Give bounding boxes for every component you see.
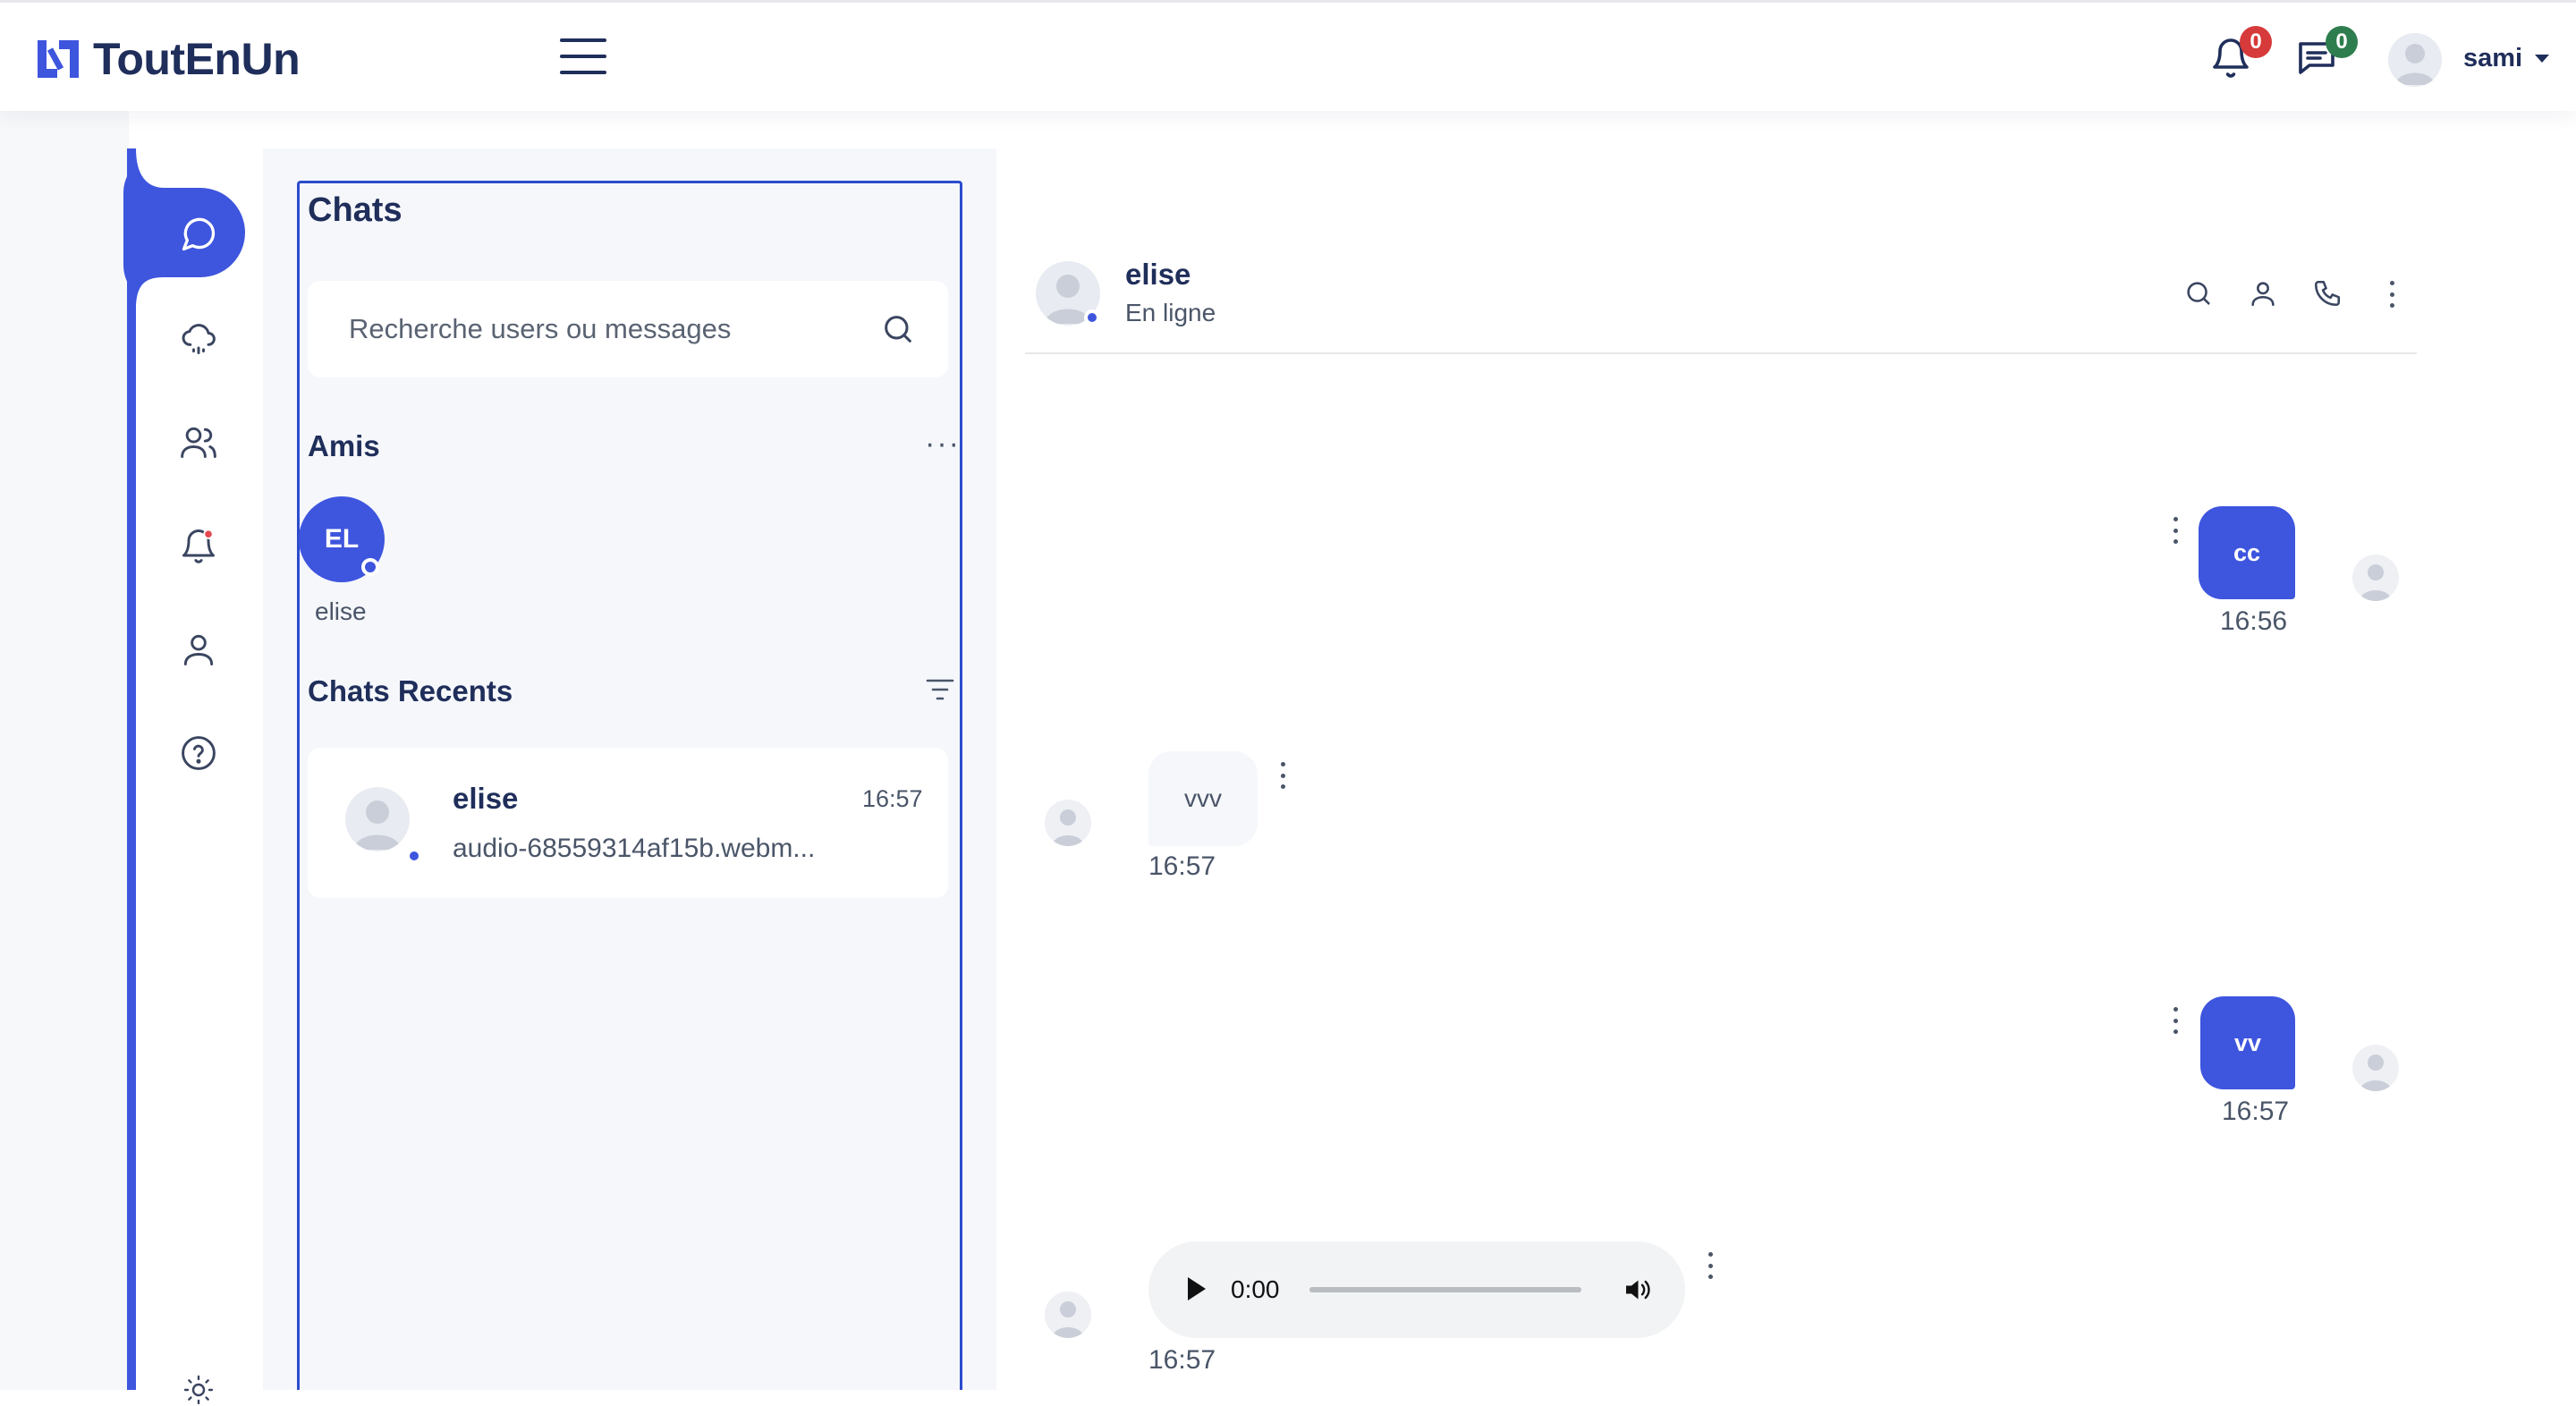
user-name[interactable]: sami xyxy=(2463,44,2522,73)
volume-icon[interactable] xyxy=(1621,1274,1653,1306)
bell-icon xyxy=(182,529,215,563)
chevron-down-icon[interactable] xyxy=(2535,55,2549,63)
chat-list-title: Chats xyxy=(308,191,402,229)
help-icon xyxy=(182,736,216,770)
menu-toggle-button[interactable] xyxy=(560,38,606,80)
message-options-icon[interactable] xyxy=(1705,1252,1716,1279)
search-icon xyxy=(2187,282,2210,305)
online-indicator xyxy=(361,558,379,576)
logo[interactable]: ToutEnUn xyxy=(34,33,301,85)
friend-initials: EL xyxy=(324,524,360,554)
profile-icon xyxy=(2251,282,2275,307)
top-bar: ToutEnUn 0 0 sami xyxy=(0,0,2576,111)
play-icon[interactable] xyxy=(1188,1277,1206,1300)
avatar xyxy=(1045,1292,1091,1338)
search-box xyxy=(308,281,948,377)
contact-profile-button[interactable] xyxy=(2245,275,2281,311)
nav-cloud[interactable] xyxy=(172,311,225,365)
nav-chats[interactable] xyxy=(172,208,225,261)
message-time: 16:57 xyxy=(2222,1097,2290,1126)
theme-toggle-icon[interactable] xyxy=(182,1374,215,1406)
nav-notifications[interactable] xyxy=(172,519,225,572)
logo-text: ToutEnUn xyxy=(93,34,301,84)
audio-current-time: 0:00 xyxy=(1231,1275,1280,1303)
cloud-icon xyxy=(182,324,216,354)
contact-name: elise xyxy=(1125,258,1191,291)
chat-icon xyxy=(182,217,216,251)
message-time: 16:57 xyxy=(1148,1345,1216,1375)
call-button[interactable] xyxy=(2309,275,2345,311)
online-indicator xyxy=(1084,309,1100,326)
search-input[interactable] xyxy=(347,308,848,351)
contact-status: En ligne xyxy=(1125,299,1216,326)
search-icon[interactable] xyxy=(880,311,916,347)
message-bubble-outgoing[interactable]: vv xyxy=(2200,996,2295,1089)
audio-progress-slider[interactable] xyxy=(1309,1287,1581,1292)
avatar xyxy=(2352,555,2399,601)
phone-icon xyxy=(2314,280,2341,307)
conversation-more-icon[interactable] xyxy=(2386,281,2397,308)
friend-name[interactable]: elise xyxy=(315,597,367,626)
nav-profile[interactable] xyxy=(172,623,225,676)
message-time: 16:56 xyxy=(2220,606,2288,636)
message-options-icon[interactable] xyxy=(2170,1007,2181,1034)
message-time: 16:57 xyxy=(1148,851,1216,881)
message-options-icon[interactable] xyxy=(2170,517,2181,544)
profile-icon xyxy=(183,634,214,665)
logo-icon xyxy=(38,40,79,78)
message-bubble-outgoing[interactable]: cc xyxy=(2199,506,2295,599)
message-bubble-incoming[interactable]: vvv xyxy=(1148,751,1258,846)
avatar xyxy=(1045,800,1091,846)
chat-contact-name: elise xyxy=(453,782,519,815)
online-indicator xyxy=(406,848,422,864)
notifications-button[interactable]: 0 xyxy=(2209,26,2272,83)
conversation-search-button[interactable] xyxy=(2181,275,2216,311)
user-avatar[interactable] xyxy=(2388,33,2442,87)
chat-preview: audio-68559314af15b.webm... xyxy=(453,834,816,863)
avatar xyxy=(2352,1045,2399,1091)
notifications-badge: 0 xyxy=(2240,26,2272,58)
nav-help[interactable] xyxy=(172,726,225,780)
friends-title: Amis xyxy=(308,429,380,462)
filter-icon[interactable] xyxy=(925,676,955,703)
avatar xyxy=(345,787,410,851)
nav-accent-line xyxy=(127,148,136,1390)
audio-player: 0:00 xyxy=(1148,1241,1685,1338)
recent-chat-item[interactable]: elise 16:57 audio-68559314af15b.webm... xyxy=(308,748,948,898)
nav-rail xyxy=(0,111,129,1390)
recent-chats-title: Chats Recents xyxy=(308,674,513,707)
message-options-icon[interactable] xyxy=(1277,762,1288,789)
chat-time: 16:57 xyxy=(862,785,923,812)
messages-button[interactable]: 0 xyxy=(2295,26,2358,83)
users-icon xyxy=(181,427,216,458)
nav-contacts[interactable] xyxy=(172,415,225,469)
messages-badge: 0 xyxy=(2326,26,2358,58)
